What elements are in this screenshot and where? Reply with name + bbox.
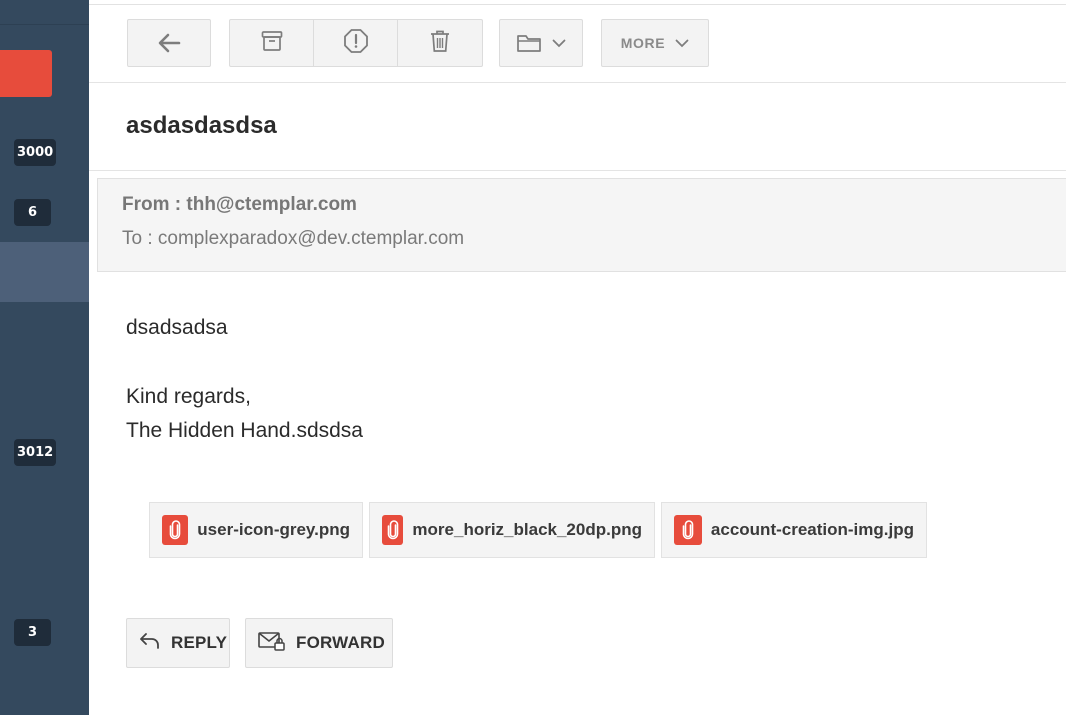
attachment-name: user-icon-grey.png <box>197 520 350 539</box>
recipient-address: To : complexparadox@dev.ctemplar.com <box>122 228 465 249</box>
attachment-item[interactable]: more_horiz_black_20dp.png <box>369 502 655 558</box>
message-actions-group <box>229 19 483 67</box>
envelope-lock-icon <box>258 630 286 657</box>
forward-label: FORWARD <box>296 633 385 652</box>
back-button[interactable] <box>127 19 211 67</box>
attachment-item[interactable]: user-icon-grey.png <box>149 502 363 558</box>
chevron-down-icon <box>552 39 566 48</box>
trash-icon <box>429 29 451 58</box>
folder-count-badge: 3012 <box>14 439 57 466</box>
paperclip-icon <box>674 515 702 545</box>
other-count-badge: 3 <box>14 619 51 646</box>
spam-button[interactable] <box>314 20 398 66</box>
message-body-line: Kind regards, <box>126 385 251 408</box>
forward-button[interactable]: FORWARD <box>245 618 393 668</box>
toolbar-top-divider <box>89 4 1066 5</box>
message-body-line: The Hidden Hand.sdsdsa <box>126 419 363 442</box>
archive-button[interactable] <box>230 20 314 66</box>
sender-address: From : thh@ctemplar.com <box>122 194 357 215</box>
chevron-down-icon <box>675 39 689 48</box>
sidebar: 3000 6 3012 3 <box>0 0 89 715</box>
reply-arrow-icon <box>139 632 161 655</box>
reply-button[interactable]: REPLY <box>126 618 230 668</box>
message-body-line: dsadsadsa <box>126 316 228 339</box>
attachment-name: account-creation-img.jpg <box>710 520 914 539</box>
move-to-folder-button[interactable] <box>499 19 583 67</box>
toolbar-divider <box>89 82 1066 83</box>
subject-divider <box>89 170 1066 171</box>
arrow-left-icon <box>157 32 181 54</box>
folder-icon <box>516 33 542 53</box>
sidebar-divider <box>0 24 89 25</box>
delete-button[interactable] <box>398 20 482 66</box>
inbox-count-badge: 3000 <box>14 139 57 166</box>
message-subject: asdasdasdsa <box>126 112 277 139</box>
more-label: MORE <box>620 35 666 51</box>
attachment-item[interactable]: account-creation-img.jpg <box>661 502 927 558</box>
unread-count-badge: 6 <box>14 199 51 226</box>
more-button[interactable]: MORE <box>601 19 709 67</box>
spam-alert-icon <box>343 28 369 59</box>
sidebar-item-active[interactable] <box>0 242 89 302</box>
reply-label: REPLY <box>171 633 228 652</box>
compose-button[interactable] <box>0 50 52 97</box>
archive-icon <box>260 30 284 57</box>
message-header: From : thh@ctemplar.com To : complexpara… <box>97 178 1066 272</box>
attachment-name: more_horiz_black_20dp.png <box>412 520 642 539</box>
paperclip-icon <box>382 515 404 545</box>
paperclip-icon <box>162 515 189 545</box>
message-view: MORE asdasdasdsa From : thh@ctemplar.com… <box>89 0 1066 715</box>
